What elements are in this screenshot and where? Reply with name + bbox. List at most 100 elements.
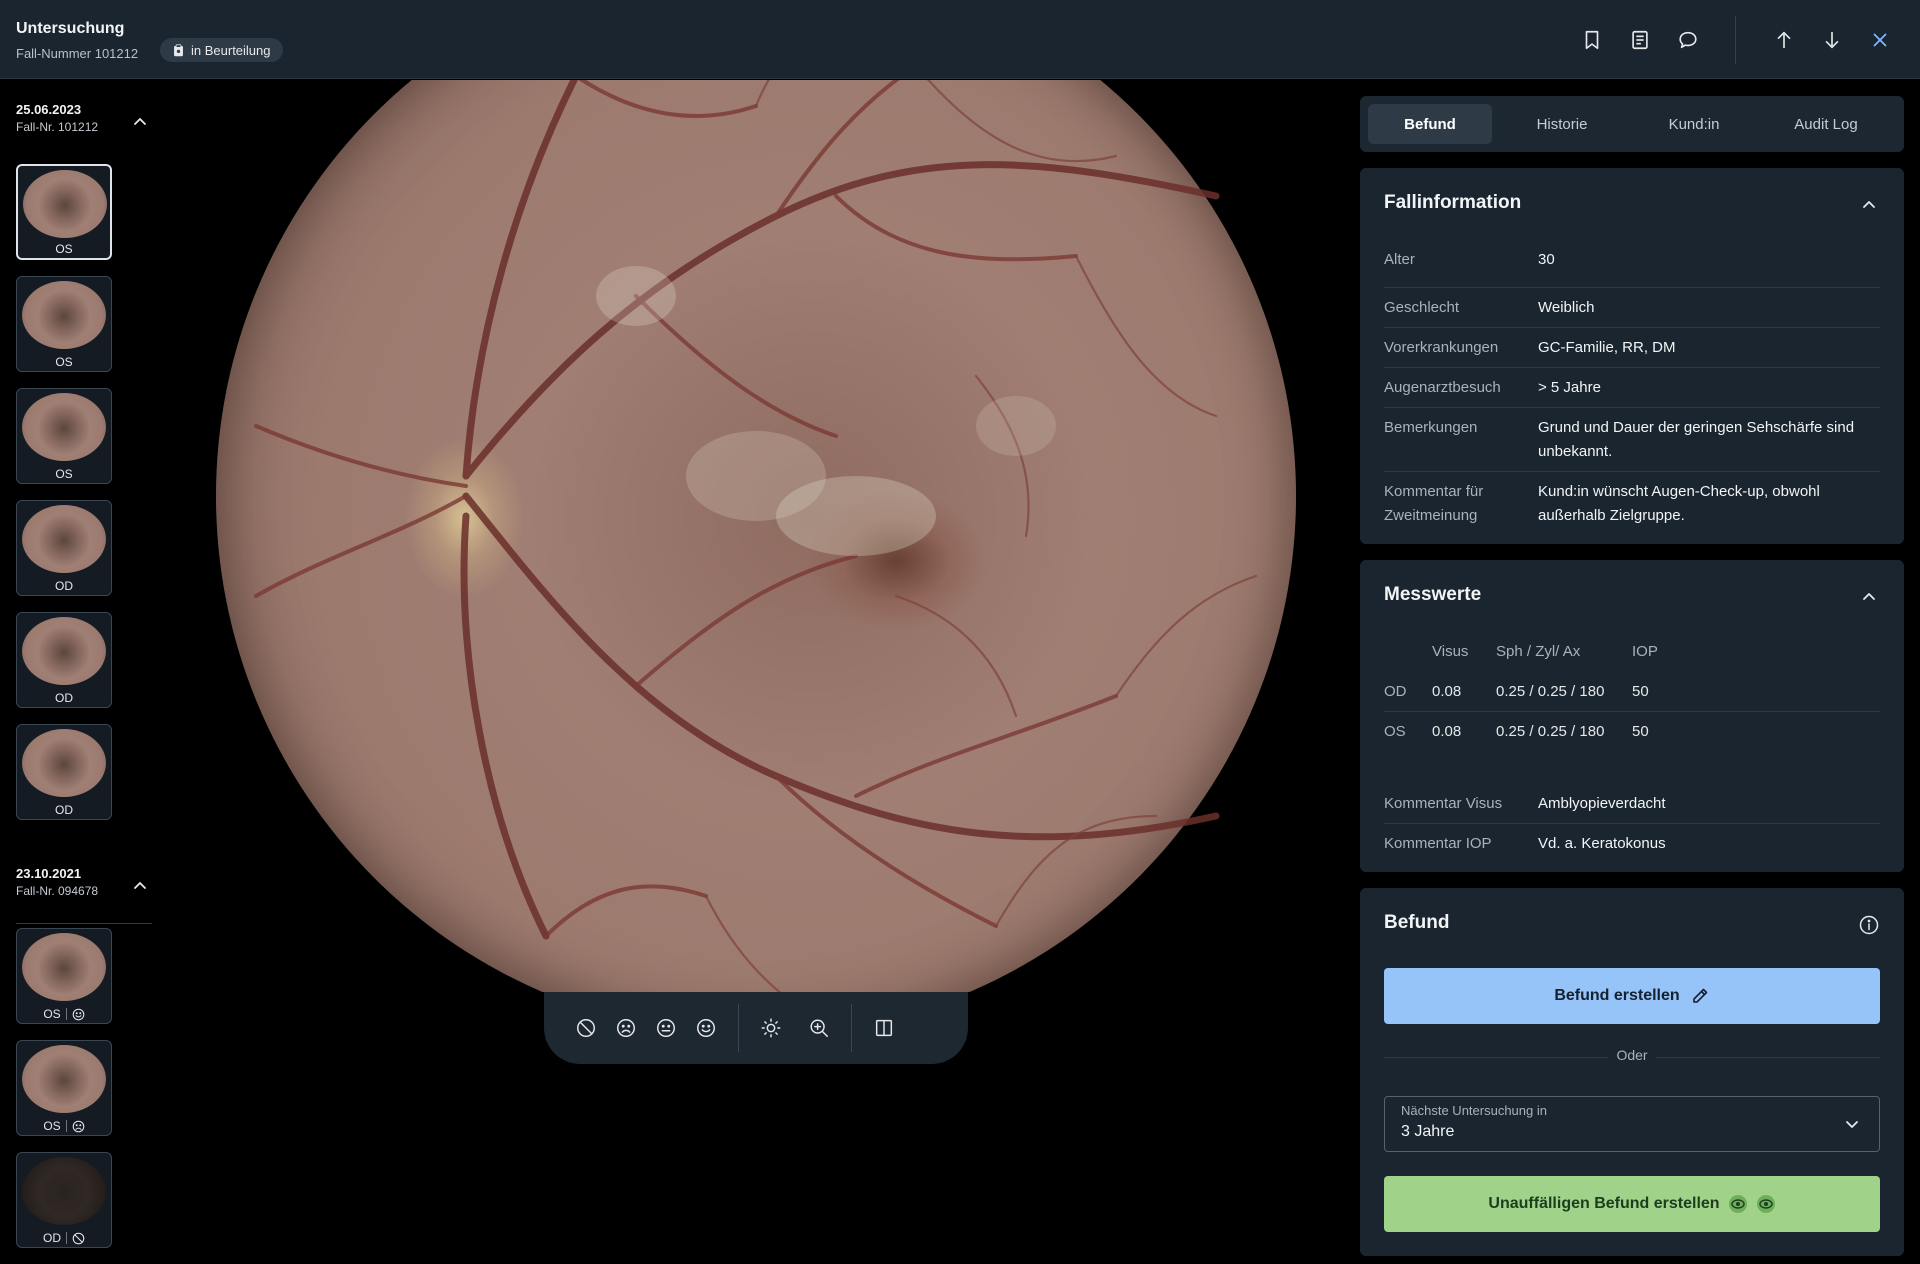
smile-rating-button[interactable] (686, 1008, 726, 1048)
eye-label: OS (55, 242, 73, 256)
iop-value: 50 (1632, 683, 1649, 700)
comment-icon[interactable] (1674, 26, 1702, 54)
case-number: Fall-Nummer 101212 (16, 46, 139, 61)
brightness-button[interactable] (751, 1008, 791, 1048)
eye-label: OS (55, 467, 73, 481)
image-thumbnail[interactable]: OS (16, 928, 112, 1024)
toolbar-divider (1735, 16, 1736, 64)
image-sidebar: 25.06.2023 Fall-Nr. 101212 OS OS OS OD O… (0, 80, 152, 1264)
toolbar-divider (738, 1004, 739, 1052)
visus-value: 0.08 (1432, 723, 1462, 740)
arrow-up-icon[interactable] (1770, 26, 1798, 54)
fundus-thumbnail-image (22, 281, 106, 349)
case-info-card: Fallinformation Alter 30 Geschlecht Weib… (1360, 168, 1904, 544)
card-title: Befund (1384, 912, 1450, 933)
report-icon[interactable] (1626, 26, 1654, 54)
fundus-thumbnail-image (22, 505, 106, 573)
image-viewer[interactable] (152, 80, 1352, 992)
tab-historie[interactable]: Historie (1500, 104, 1624, 144)
image-thumbnail[interactable]: OD (16, 500, 112, 596)
info-key: Augenarztbesuch (1384, 379, 1501, 396)
info-icon[interactable] (1858, 914, 1880, 936)
info-value: Grund und Dauer der geringen Sehschärfe … (1538, 419, 1855, 460)
info-row: Augenarztbesuch > 5 Jahre (1384, 368, 1880, 408)
exam-date: 25.06.2023 (16, 102, 82, 117)
iop-value: 50 (1632, 723, 1649, 740)
chevron-up-icon[interactable] (1858, 586, 1880, 608)
tab-befund[interactable]: Befund (1368, 104, 1492, 144)
column-header: Sph / Zyl/ Ax (1496, 643, 1581, 660)
comment-row: Kommentar IOP Vd. a. Keratokonus (1384, 824, 1880, 864)
arrow-down-icon[interactable] (1818, 26, 1846, 54)
toolbar-divider (851, 1004, 852, 1052)
bookmark-icon[interactable] (1578, 26, 1606, 54)
info-key: Vorerkrankungen (1384, 339, 1499, 356)
refraction-value: 0.25 / 0.25 / 180 (1496, 723, 1605, 740)
info-value: > 5 Jahre (1538, 379, 1601, 396)
eye-label: OS (43, 1007, 61, 1021)
chevron-up-icon[interactable] (130, 876, 150, 896)
create-normal-findings-button[interactable]: Unauffälligen Befund erstellen (1384, 1176, 1880, 1232)
select-label: Nächste Untersuchung in (1401, 1103, 1547, 1118)
fundus-thumbnail-image (23, 170, 107, 238)
top-bar: Untersuchung Fall-Nummer 101212 in Beurt… (0, 0, 1920, 79)
detail-tabs: Befund Historie Kund:in Audit Log (1360, 96, 1904, 152)
group-divider (16, 923, 152, 924)
zoom-in-icon (810, 1019, 828, 1037)
card-title: Messwerte (1384, 584, 1482, 605)
info-row: Vorerkrankungen GC-Familie, RR, DM (1384, 328, 1880, 368)
eye-label: OD (1384, 683, 1407, 700)
refraction-value: 0.25 / 0.25 / 180 (1496, 683, 1605, 700)
info-row: Geschlecht Weiblich (1384, 288, 1880, 328)
measurements-table: Visus Sph / Zyl/ Ax IOP OD 0.08 0.25 / 0… (1384, 640, 1880, 760)
image-thumbnail[interactable]: OD (16, 1152, 112, 1248)
image-thumbnail[interactable]: OS (16, 1040, 112, 1136)
fundus-thumbnail-image (22, 1157, 106, 1225)
image-thumbnail[interactable]: OS (16, 388, 112, 484)
tab-kundin[interactable]: Kund:in (1632, 104, 1756, 144)
fundus-thumbnail-image (22, 729, 106, 797)
create-findings-button[interactable]: Befund erstellen (1384, 968, 1880, 1024)
comment-value: Amblyopieverdacht (1538, 795, 1666, 812)
measurements-card: Messwerte Visus Sph / Zyl/ Ax IOP OD 0.0… (1360, 560, 1904, 872)
neutral-rating-button[interactable] (646, 1008, 686, 1048)
exam-date: 23.10.2021 (16, 866, 82, 881)
close-icon[interactable] (1866, 26, 1894, 54)
image-thumbnail[interactable]: OD (16, 724, 112, 820)
info-value: 30 (1538, 251, 1555, 268)
exam-group-header[interactable]: 23.10.2021 Fall-Nr. 094678 (16, 866, 98, 898)
info-value: GC-Familie, RR, DM (1538, 339, 1676, 356)
ungradable-rating-button[interactable] (566, 1008, 606, 1048)
exam-case-number: Fall-Nr. 101212 (16, 120, 99, 134)
image-thumbnail[interactable]: OS (16, 164, 112, 260)
comment-key: Kommentar IOP (1384, 835, 1492, 852)
column-header: Visus (1432, 643, 1469, 660)
info-value: Kund:in wünscht Augen-Check-up, obwohl a… (1538, 483, 1820, 524)
split-view-icon (875, 1019, 893, 1037)
chevron-up-icon[interactable] (1858, 194, 1880, 216)
info-row: Kommentar für Zweitmeinung Kund:in wünsc… (1384, 472, 1880, 536)
image-thumbnail[interactable]: OD (16, 612, 112, 708)
page-title: Untersuchung (16, 20, 125, 37)
card-title: Fallinformation (1384, 192, 1522, 213)
info-key: Alter (1384, 251, 1415, 268)
chevron-up-icon[interactable] (130, 112, 150, 132)
image-thumbnail[interactable]: OS (16, 276, 112, 372)
next-exam-select[interactable]: Nächste Untersuchung in 3 Jahre (1384, 1096, 1880, 1152)
compare-view-button[interactable] (864, 1008, 904, 1048)
comment-key: Kommentar Visus (1384, 795, 1503, 812)
comment-value: Vd. a. Keratokonus (1538, 835, 1666, 852)
neutral-face-icon (657, 1019, 675, 1037)
smile-icon (697, 1019, 715, 1037)
ungradable-icon (72, 1232, 85, 1244)
image-toolbar (544, 992, 968, 1064)
eye-label: OD (55, 803, 73, 817)
tab-audit-log[interactable]: Audit Log (1764, 104, 1888, 144)
exam-group-header[interactable]: 25.06.2023 Fall-Nr. 101212 (16, 102, 98, 134)
eye-icon (1728, 1195, 1747, 1213)
eye-label: OS (1384, 723, 1406, 740)
zoom-button[interactable] (799, 1008, 839, 1048)
frown-rating-button[interactable] (606, 1008, 646, 1048)
pencil-icon (1692, 988, 1707, 1003)
info-key: Geschlecht (1384, 299, 1460, 316)
